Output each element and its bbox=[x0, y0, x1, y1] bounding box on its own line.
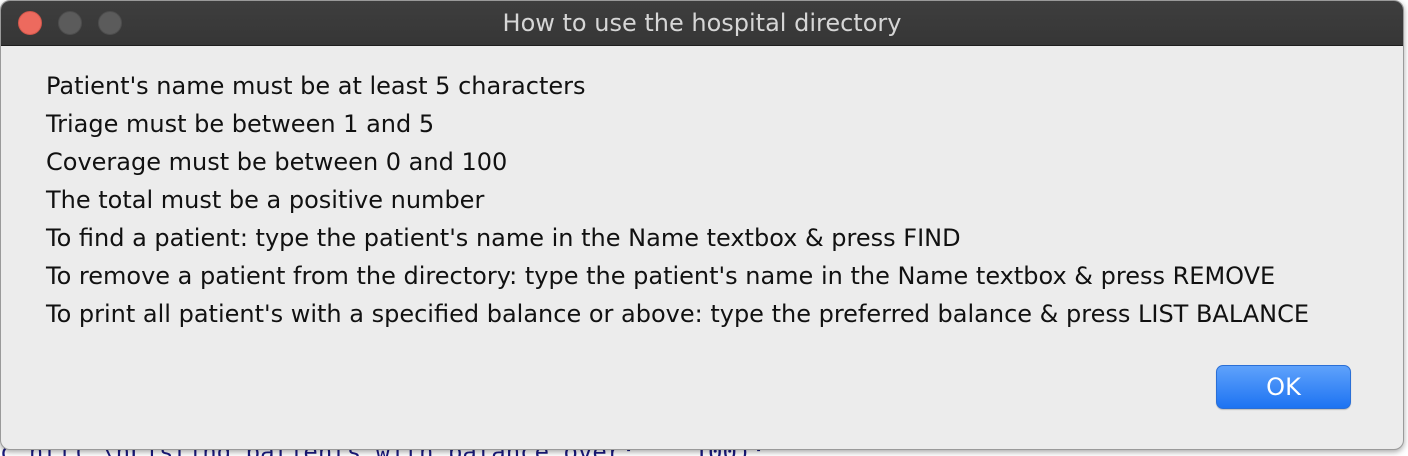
instruction-coverage-rule: Coverage must be between 0 and 100 bbox=[46, 148, 508, 176]
ok-button[interactable]: OK bbox=[1216, 365, 1351, 409]
instruction-remove: To remove a patient from the directory: … bbox=[46, 262, 1276, 290]
help-dialog: How to use the hospital directory Patien… bbox=[0, 0, 1404, 450]
instruction-triage-rule: Triage must be between 1 and 5 bbox=[46, 110, 435, 138]
instruction-list-balance: To print all patient's with a specified … bbox=[46, 300, 1310, 328]
instruction-find: To find a patient: type the patient's na… bbox=[46, 224, 961, 252]
instruction-total-rule: The total must be a positive number bbox=[46, 186, 485, 214]
instructions-list: Patient's name must be at least 5 charac… bbox=[46, 67, 1383, 333]
instruction-name-rule: Patient's name must be at least 5 charac… bbox=[46, 72, 586, 100]
window-title: How to use the hospital directory bbox=[502, 9, 902, 37]
title-bar[interactable]: How to use the hospital directory bbox=[1, 1, 1403, 46]
